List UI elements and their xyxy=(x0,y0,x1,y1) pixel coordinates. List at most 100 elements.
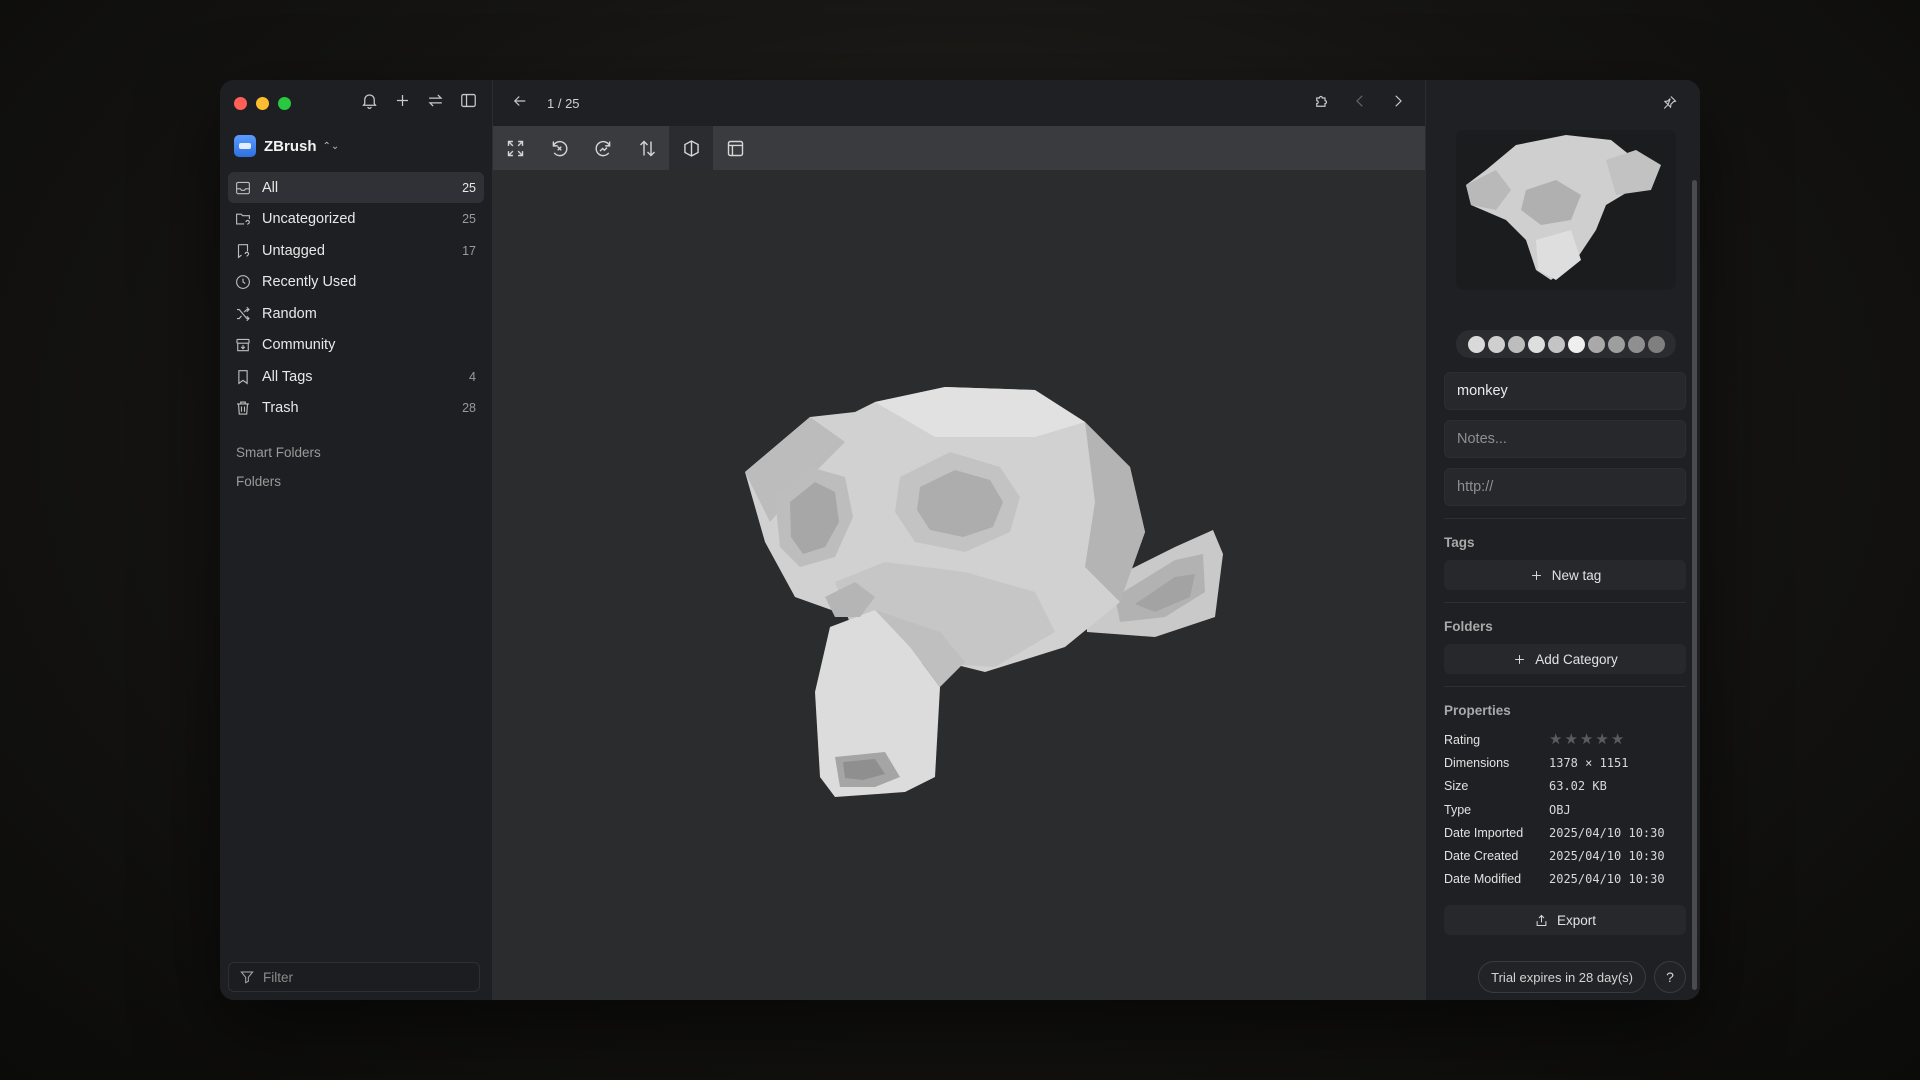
archive-icon xyxy=(236,338,250,352)
sidebar-item-count: 25 xyxy=(462,212,476,226)
inspector-panel: Tags New tag Folders Add Category Proper… xyxy=(1425,80,1700,1000)
property-type: Type OBJ xyxy=(1444,798,1686,821)
shuffle-icon xyxy=(237,306,250,321)
help-button[interactable]: ? xyxy=(1654,961,1686,993)
color-swatch[interactable] xyxy=(1487,335,1505,353)
filter-input[interactable] xyxy=(263,969,463,985)
name-input[interactable] xyxy=(1457,383,1673,399)
notes-field[interactable] xyxy=(1444,420,1686,458)
plus-icon xyxy=(1531,570,1541,580)
close-window-button[interactable] xyxy=(234,96,247,110)
sidebar-item-label: All Tags xyxy=(262,368,313,385)
star-icon[interactable]: ★ xyxy=(1549,732,1562,747)
minimize-window-button[interactable] xyxy=(256,96,269,110)
sidebar-item-label: Uncategorized xyxy=(262,211,356,227)
library-switcher[interactable]: ZBrush ⌃⌄ xyxy=(220,128,492,164)
export-button[interactable]: Export xyxy=(1444,905,1686,936)
trial-footer: Trial expires in 28 day(s) ? xyxy=(1426,954,1700,1000)
arrows-up-down-icon xyxy=(639,140,655,156)
asset-thumbnail[interactable] xyxy=(1456,130,1676,290)
rotate-left-button[interactable] xyxy=(537,126,581,170)
color-swatch[interactable] xyxy=(1547,335,1565,353)
inspector-scrollbar[interactable] xyxy=(1692,180,1697,990)
property-date-created: Date Created 2025/04/10 10:30 xyxy=(1444,844,1686,867)
monkey-model[interactable] xyxy=(735,382,1255,802)
rotate-left-icon xyxy=(552,140,568,156)
sidebar-item-all-tags[interactable]: All Tags 4 xyxy=(228,361,484,392)
sidebar-item-count: 25 xyxy=(462,180,476,195)
smart-folders-header[interactable]: Smart Folders xyxy=(220,438,492,467)
app-window: ZBrush ⌃⌄ All 25 Uncategorized 25 Untagg… xyxy=(220,80,1700,1000)
back-arrow-icon[interactable] xyxy=(511,92,529,115)
sidebar-item-random[interactable]: Random xyxy=(228,298,484,329)
add-category-button[interactable]: Add Category xyxy=(1444,644,1686,674)
page-counter: 1 / 25 xyxy=(547,95,580,111)
star-icon[interactable]: ★ xyxy=(1564,732,1577,747)
fullscreen-button[interactable] xyxy=(493,126,537,170)
library-name: ZBrush xyxy=(264,137,317,155)
pin-icon[interactable] xyxy=(1661,94,1678,116)
color-palette xyxy=(1456,330,1676,358)
color-swatch[interactable] xyxy=(1507,335,1525,353)
sidebar-item-count: 4 xyxy=(469,369,476,384)
property-value: 2025/04/10 10:30 xyxy=(1549,872,1665,887)
model-viewport[interactable] xyxy=(493,170,1425,1000)
color-swatch[interactable] xyxy=(1467,335,1485,353)
filter-box xyxy=(228,962,480,992)
sidebar-item-label: Community xyxy=(262,337,336,353)
zoom-window-button[interactable] xyxy=(278,96,291,110)
property-label: Date Created xyxy=(1444,849,1519,864)
sidebar-item-trash[interactable]: Trash 28 xyxy=(228,393,484,424)
color-swatch[interactable] xyxy=(1527,335,1545,353)
url-field[interactable] xyxy=(1444,468,1686,506)
property-label: Rating xyxy=(1444,732,1481,747)
filter-icon xyxy=(240,971,254,984)
divider xyxy=(1444,602,1686,603)
property-rating: Rating ★ ★ ★ ★ ★ xyxy=(1444,728,1686,751)
sidebar-toggle-icon[interactable] xyxy=(459,91,478,115)
sidebar-item-uncategorized[interactable]: Uncategorized 25 xyxy=(228,204,484,235)
wireframe-button[interactable] xyxy=(713,126,757,170)
property-value: 2025/04/10 10:30 xyxy=(1549,849,1665,864)
notes-input[interactable] xyxy=(1457,431,1673,447)
color-swatch[interactable] xyxy=(1607,335,1625,353)
shading-mode-button[interactable] xyxy=(669,126,713,170)
property-date-modified: Date Modified 2025/04/10 10:30 xyxy=(1444,868,1686,891)
sidebar-nav: All 25 Uncategorized 25 Untagged 17 Rece… xyxy=(220,172,492,424)
chevron-right-icon[interactable] xyxy=(1389,92,1407,115)
chevron-left-icon[interactable] xyxy=(1351,92,1369,115)
property-date-imported: Date Imported 2025/04/10 10:30 xyxy=(1444,821,1686,844)
star-icon[interactable]: ★ xyxy=(1580,732,1593,747)
rotate-right-button[interactable] xyxy=(581,126,625,170)
new-tag-button[interactable]: New tag xyxy=(1444,560,1686,590)
upload-icon xyxy=(1536,914,1547,926)
folders-header[interactable]: Folders xyxy=(220,467,492,496)
star-icon[interactable]: ★ xyxy=(1611,732,1624,747)
color-swatch[interactable] xyxy=(1647,335,1665,353)
plus-icon[interactable] xyxy=(393,91,412,115)
sidebar-item-count: 17 xyxy=(462,243,476,258)
viewer: 1 / 25 xyxy=(493,80,1425,1000)
color-swatch[interactable] xyxy=(1567,335,1585,353)
expand-icon xyxy=(507,140,523,156)
star-icon[interactable]: ★ xyxy=(1595,732,1608,747)
rating-stars[interactable]: ★ ★ ★ ★ ★ xyxy=(1549,732,1624,747)
sidebar-item-recently-used[interactable]: Recently Used xyxy=(228,267,484,298)
trial-badge[interactable]: Trial expires in 28 day(s) xyxy=(1478,961,1646,993)
sidebar-item-all[interactable]: All 25 xyxy=(228,172,484,203)
viewer-nav xyxy=(1313,92,1407,115)
puzzle-icon[interactable] xyxy=(1313,92,1331,115)
flip-vertical-button[interactable] xyxy=(625,126,669,170)
sidebar-titlebar xyxy=(220,80,492,126)
cube-half-icon xyxy=(683,139,699,157)
bell-icon[interactable] xyxy=(360,91,379,115)
tags-title: Tags xyxy=(1444,535,1475,550)
sidebar-item-untagged[interactable]: Untagged 17 xyxy=(228,235,484,266)
url-input[interactable] xyxy=(1457,479,1673,495)
swap-arrows-icon[interactable] xyxy=(426,91,445,115)
color-swatch[interactable] xyxy=(1627,335,1645,353)
tag-question-icon xyxy=(237,243,250,258)
name-field[interactable] xyxy=(1444,372,1686,410)
color-swatch[interactable] xyxy=(1587,335,1605,353)
sidebar-item-community[interactable]: Community xyxy=(228,330,484,361)
